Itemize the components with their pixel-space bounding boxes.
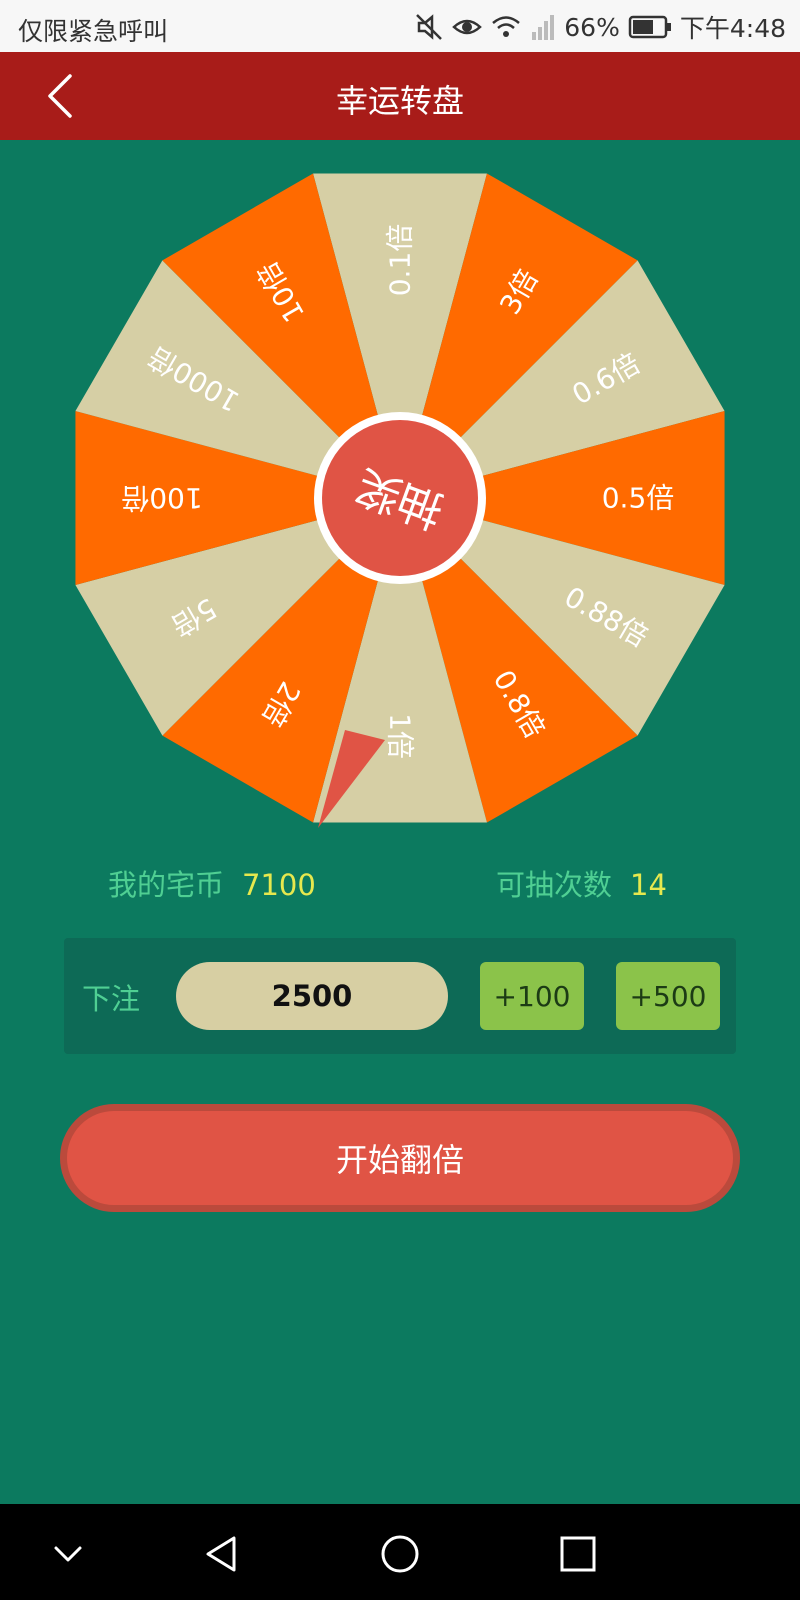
coins-label: 我的宅币	[108, 868, 225, 902]
bet-amount-input[interactable]	[176, 962, 448, 1030]
coins-stat: 我的宅币 7100	[108, 862, 316, 904]
status-icons: 66% 下午4:48	[414, 10, 786, 44]
battery-icon	[628, 14, 672, 40]
status-carrier-text: 仅限紧急呼叫	[18, 17, 169, 46]
mute-icon	[414, 12, 444, 42]
wheel-segment-label: 0.1倍	[384, 224, 417, 297]
square-recents-icon	[560, 1536, 596, 1572]
eye-icon	[452, 12, 483, 42]
status-bar: 仅限紧急呼叫 66% 下午4:48	[0, 0, 800, 52]
system-nav-bar	[0, 1504, 800, 1600]
draws-label: 可抽次数	[496, 868, 613, 902]
lucky-wheel: 0.1倍 3倍 0.6倍 0.5倍 0.88倍 0.8倍 1倍 2倍 5倍 100倍 1000倍 10…	[0, 140, 800, 840]
wheel-segment-label: 0.5倍	[602, 482, 675, 515]
add-500-button[interactable]: +500	[616, 962, 720, 1030]
draws-value: 14	[630, 868, 667, 902]
wifi-icon	[490, 12, 522, 42]
battery-percent: 66%	[564, 12, 620, 42]
nav-back-button[interactable]	[198, 1530, 246, 1578]
status-time: 下午4:48	[679, 14, 786, 43]
page-title: 幸运转盘	[335, 82, 464, 120]
add-100-button[interactable]: +100	[480, 962, 584, 1030]
wheel-segment-label: 100倍	[121, 482, 202, 515]
bet-label: 下注	[82, 982, 141, 1016]
start-double-button[interactable]: 开始翻倍	[60, 1104, 740, 1212]
nav-home-button[interactable]	[376, 1530, 424, 1578]
stats-row: 我的宅币 7100 可抽次数 14	[0, 862, 800, 902]
nav-collapse-button[interactable]	[44, 1530, 92, 1578]
circle-home-icon	[381, 1535, 419, 1573]
coins-value: 7100	[242, 868, 316, 902]
draws-stat: 可抽次数 14	[496, 862, 667, 904]
triangle-back-icon	[206, 1536, 236, 1572]
nav-recents-button[interactable]	[554, 1530, 602, 1578]
bet-panel: 下注 +100 +500	[64, 938, 736, 1054]
app-header: 幸运转盘	[0, 52, 800, 140]
signal-icon	[530, 12, 556, 42]
chevron-down-icon	[54, 1546, 82, 1562]
draw-button[interactable]	[314, 572, 486, 744]
